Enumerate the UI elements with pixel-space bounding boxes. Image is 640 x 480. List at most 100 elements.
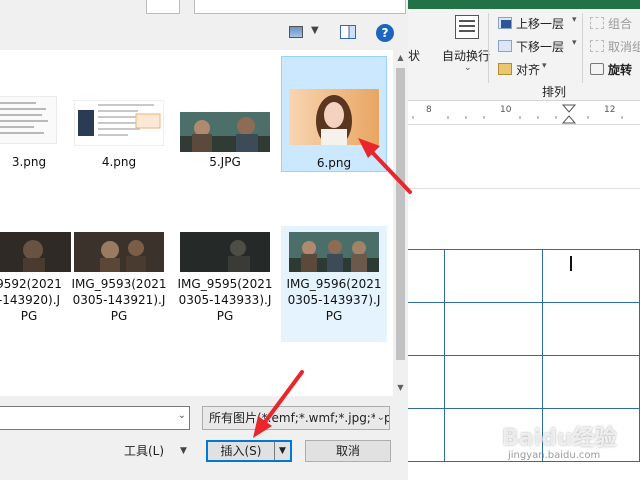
thumbnail-image	[74, 232, 164, 272]
cancel-button[interactable]: 取消	[305, 440, 391, 462]
dialog-toolbar: ▼ ?	[0, 16, 408, 50]
align-dropdown-icon[interactable]: ▾	[542, 61, 547, 71]
ribbon: 状 自动换行 ⌄ 上移一层 ▾ 下移一层 ▾ 对齐 ▾ 组合 取消组 旋转 排列	[408, 9, 640, 101]
file-name-line: PG	[325, 309, 343, 323]
file-item-selected[interactable]: 6.png	[281, 56, 387, 172]
table-cell[interactable]	[408, 249, 446, 303]
tools-label: 工具(L)	[124, 444, 165, 458]
file-name: 6.png	[316, 156, 352, 170]
view-icon	[289, 26, 303, 38]
file-name-input[interactable]: ⌄	[0, 406, 190, 430]
insert-button[interactable]: 插入(S) ▼	[206, 440, 292, 462]
address-box[interactable]	[194, 0, 406, 14]
file-list[interactable]: 3.png 4.png 5.JPG 6.png 9592(2021 -14392…	[0, 50, 393, 396]
insert-picture-dialog: ▼ ? 3.png 4.png 5.JPG 6.png 9592(2021 -1…	[0, 0, 408, 480]
file-item[interactable]: IMG_9593(2021 0305-143921).J PG	[66, 226, 172, 342]
file-name-line: 0305-143933).J	[178, 293, 272, 307]
file-name-line: -143920).J	[0, 293, 61, 307]
table-cell[interactable]	[444, 302, 543, 356]
file-name: 4.png	[101, 155, 137, 169]
send-backward-dropdown-icon[interactable]: ▾	[572, 38, 577, 48]
scroll-thumb[interactable]	[396, 68, 405, 360]
change-view-button[interactable]: ▼	[285, 25, 323, 41]
rotate-button[interactable]: 旋转	[608, 61, 632, 78]
thumbnail-image	[180, 112, 270, 152]
wrap-text-button[interactable]: 自动换行	[442, 47, 490, 64]
chevron-down-icon[interactable]: ⌄	[374, 407, 385, 429]
bring-forward-dropdown-icon[interactable]: ▾	[572, 15, 577, 25]
file-item[interactable]: IMG_9595(2021 0305-143933).J PG	[172, 226, 278, 342]
rotate-icon[interactable]	[590, 63, 604, 75]
back-forward-box[interactable]	[146, 0, 180, 14]
horizontal-ruler[interactable]: 8 10 12	[408, 101, 640, 125]
ruler-mark: 8	[426, 105, 432, 115]
file-name-line: 9592(2021	[0, 277, 62, 291]
ruler-mark: 12	[604, 105, 616, 115]
table-cell[interactable]	[541, 355, 640, 409]
thumbnail-image	[289, 89, 379, 145]
thumbnail-image	[0, 232, 71, 272]
text-cursor	[570, 256, 572, 271]
file-item[interactable]: 4.png	[66, 60, 172, 176]
bring-forward-icon[interactable]	[498, 17, 512, 29]
table-cell[interactable]	[541, 302, 640, 356]
watermark-logo: Baidu经验	[502, 426, 617, 451]
word-window: 状 自动换行 ⌄ 上移一层 ▾ 下移一层 ▾ 对齐 ▾ 组合 取消组 旋转 排列…	[408, 0, 640, 480]
table-cell[interactable]	[444, 355, 543, 409]
file-name-line: IMG_9595(2021	[177, 277, 273, 291]
tools-button[interactable]: 工具(L) ▼	[118, 440, 194, 462]
ribbon-separator	[582, 13, 583, 83]
table-cell[interactable]	[408, 408, 446, 462]
watermark-url: jingyan.baidu.com	[508, 450, 601, 461]
dialog-footer: ⌄ 所有图片(*.emf;*.wmf;*.jpg;*.jp ⌄ 工具(L) ▼ …	[0, 396, 408, 480]
baidu-watermark: Baidu经验 jingyan.baidu.com	[502, 420, 622, 470]
file-item[interactable]: 9592(2021 -143920).J PG	[0, 226, 72, 342]
thumbnail-image	[180, 232, 270, 272]
ribbon-separator	[488, 13, 489, 83]
insert-options-dropdown-icon[interactable]: ▼	[274, 442, 290, 460]
file-name: 5.JPG	[209, 155, 241, 169]
align-button[interactable]: 对齐	[516, 61, 540, 78]
scroll-down-icon[interactable]: ▼	[393, 380, 408, 396]
text-wrap-icon[interactable]	[455, 15, 479, 39]
wrap-dropdown-icon[interactable]: ⌄	[464, 63, 472, 73]
table-cell[interactable]	[408, 302, 446, 356]
table-cell[interactable]	[408, 355, 446, 409]
bring-forward-button[interactable]: 上移一层	[516, 15, 564, 32]
file-name-line: PG	[216, 309, 234, 323]
file-name-line: IMG_9596(2021	[286, 277, 382, 291]
ungroup-icon	[590, 40, 604, 52]
file-type-select[interactable]: 所有图片(*.emf;*.wmf;*.jpg;*.jp ⌄	[202, 406, 390, 430]
group-icon	[590, 17, 604, 29]
file-name-line: IMG_9593(2021	[71, 277, 167, 291]
file-name-line: PG	[110, 309, 128, 323]
thumbnail-image	[0, 96, 57, 144]
title-bar	[408, 0, 640, 9]
file-item[interactable]: 3.png	[0, 60, 72, 176]
ungroup-button[interactable]: 取消组	[608, 38, 640, 55]
scroll-up-icon[interactable]: ▲	[393, 50, 408, 66]
table-cell[interactable]	[541, 249, 640, 303]
chevron-down-icon: ▼	[311, 25, 319, 36]
file-item[interactable]: IMG_9596(2021 0305-143937).J PG	[281, 226, 387, 342]
help-icon[interactable]: ?	[376, 24, 394, 42]
header-boundary	[408, 188, 640, 189]
align-icon[interactable]	[498, 63, 512, 75]
dialog-top-bar	[0, 0, 408, 16]
group-button[interactable]: 组合	[608, 15, 632, 32]
send-backward-icon[interactable]	[498, 40, 512, 52]
arrange-section-label: 排列	[542, 85, 567, 99]
file-name: 3.png	[11, 155, 47, 169]
preview-pane-icon[interactable]	[340, 25, 356, 39]
ruler-ticks	[412, 116, 623, 119]
thumbnail-image	[289, 232, 379, 272]
vertical-scrollbar[interactable]: ▲ ▼	[393, 50, 408, 396]
file-type-value: 所有图片(*.emf;*.wmf;*.jpg;*.jp	[209, 411, 390, 425]
file-item[interactable]: 5.JPG	[172, 60, 278, 176]
insert-label[interactable]: 插入(S)	[208, 442, 274, 460]
ruler-mark: 10	[500, 105, 512, 115]
ribbon-partial-label: 状	[408, 49, 421, 63]
send-backward-button[interactable]: 下移一层	[516, 38, 564, 55]
chevron-down-icon[interactable]: ⌄	[178, 410, 186, 421]
table-cell[interactable]	[444, 249, 543, 303]
